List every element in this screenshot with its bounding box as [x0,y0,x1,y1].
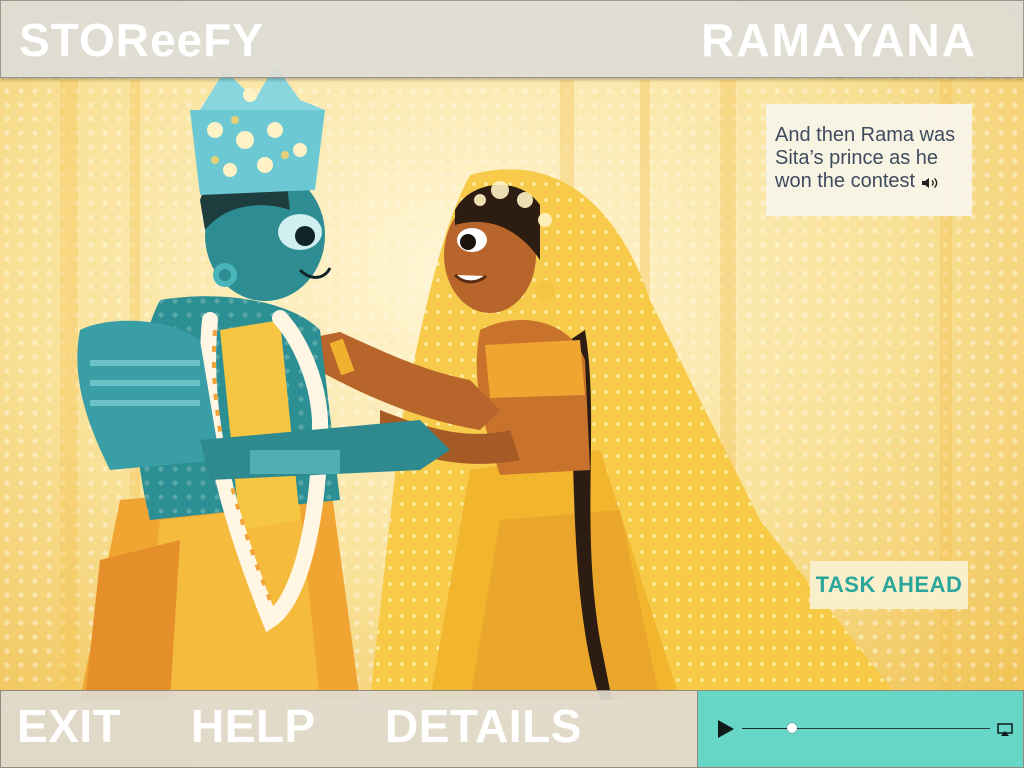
task-ahead-button[interactable]: TASK AHEAD [810,561,968,609]
speaker-icon[interactable] [921,177,939,189]
header-bar: STOReeFY RAMAYANA [0,0,1024,78]
exit-button[interactable]: EXIT [17,699,121,753]
airplay-icon[interactable] [997,723,1013,737]
play-icon[interactable] [716,719,736,739]
details-button[interactable]: DETAILS [385,699,582,753]
book-title: RAMAYANA [701,14,977,66]
app-logo-text: STOReeFY [19,14,264,66]
footer-nav-bar: EXIT HELP DETAILS [0,690,699,768]
storybook-page: STOReeFY RAMAYANA And then Rama was Sita… [0,0,1024,768]
progress-thumb[interactable] [786,723,797,733]
narration-card: And then Rama was Sita’s prince as he wo… [766,104,972,216]
help-button[interactable]: HELP [191,699,316,753]
audio-player [697,690,1024,768]
progress-track[interactable] [742,723,990,733]
progress-fill [742,728,792,729]
